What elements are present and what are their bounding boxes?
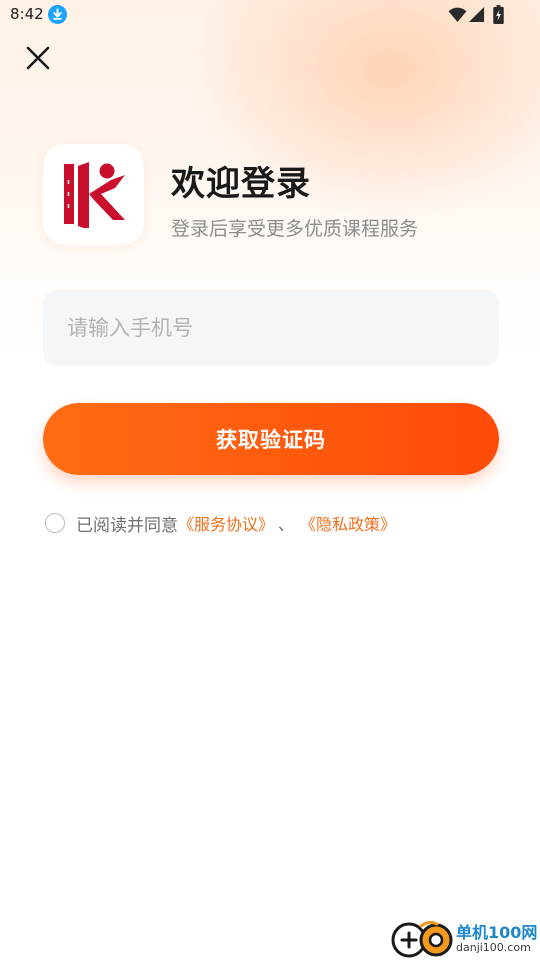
status-bar: 8:42	[0, 0, 540, 30]
watermark: 单机100网 danji100.com	[391, 918, 540, 960]
welcome-title: 欢迎登录	[171, 164, 311, 204]
privacy-policy-link[interactable]: 《隐私政策》	[300, 511, 396, 535]
watermark-title: 单机100网	[456, 923, 538, 942]
phone-input[interactable]	[43, 290, 499, 366]
welcome-subtitle: 登录后享受更多优质课程服务	[171, 218, 419, 240]
get-verification-code-button[interactable]: 获取验证码	[43, 403, 499, 475]
wifi-icon	[448, 7, 467, 23]
agreement-separator: 、	[278, 515, 295, 534]
app-logo-icon	[64, 162, 125, 228]
agreement-row: 已阅读并同意 《服务协议》 、 《隐私政策》	[45, 510, 396, 536]
download-icon	[48, 5, 67, 24]
login-screen: 8:42 欢迎登录 登录后享受更多优质课程服务 请输入手机号 获取验证码 已阅读…	[0, 0, 540, 960]
app-logo	[43, 144, 144, 245]
service-agreement-link[interactable]: 《服务协议》	[178, 511, 274, 535]
battery-icon	[493, 5, 504, 24]
agreement-checkbox[interactable]	[45, 513, 65, 533]
close-button[interactable]	[22, 42, 54, 74]
agreement-text: 已阅读并同意	[76, 515, 178, 536]
close-icon	[26, 46, 50, 70]
signal-icon	[468, 6, 485, 23]
watermark-logo-icon	[391, 920, 453, 958]
watermark-url: danji100.com	[456, 941, 531, 954]
status-time: 8:42	[10, 5, 44, 23]
